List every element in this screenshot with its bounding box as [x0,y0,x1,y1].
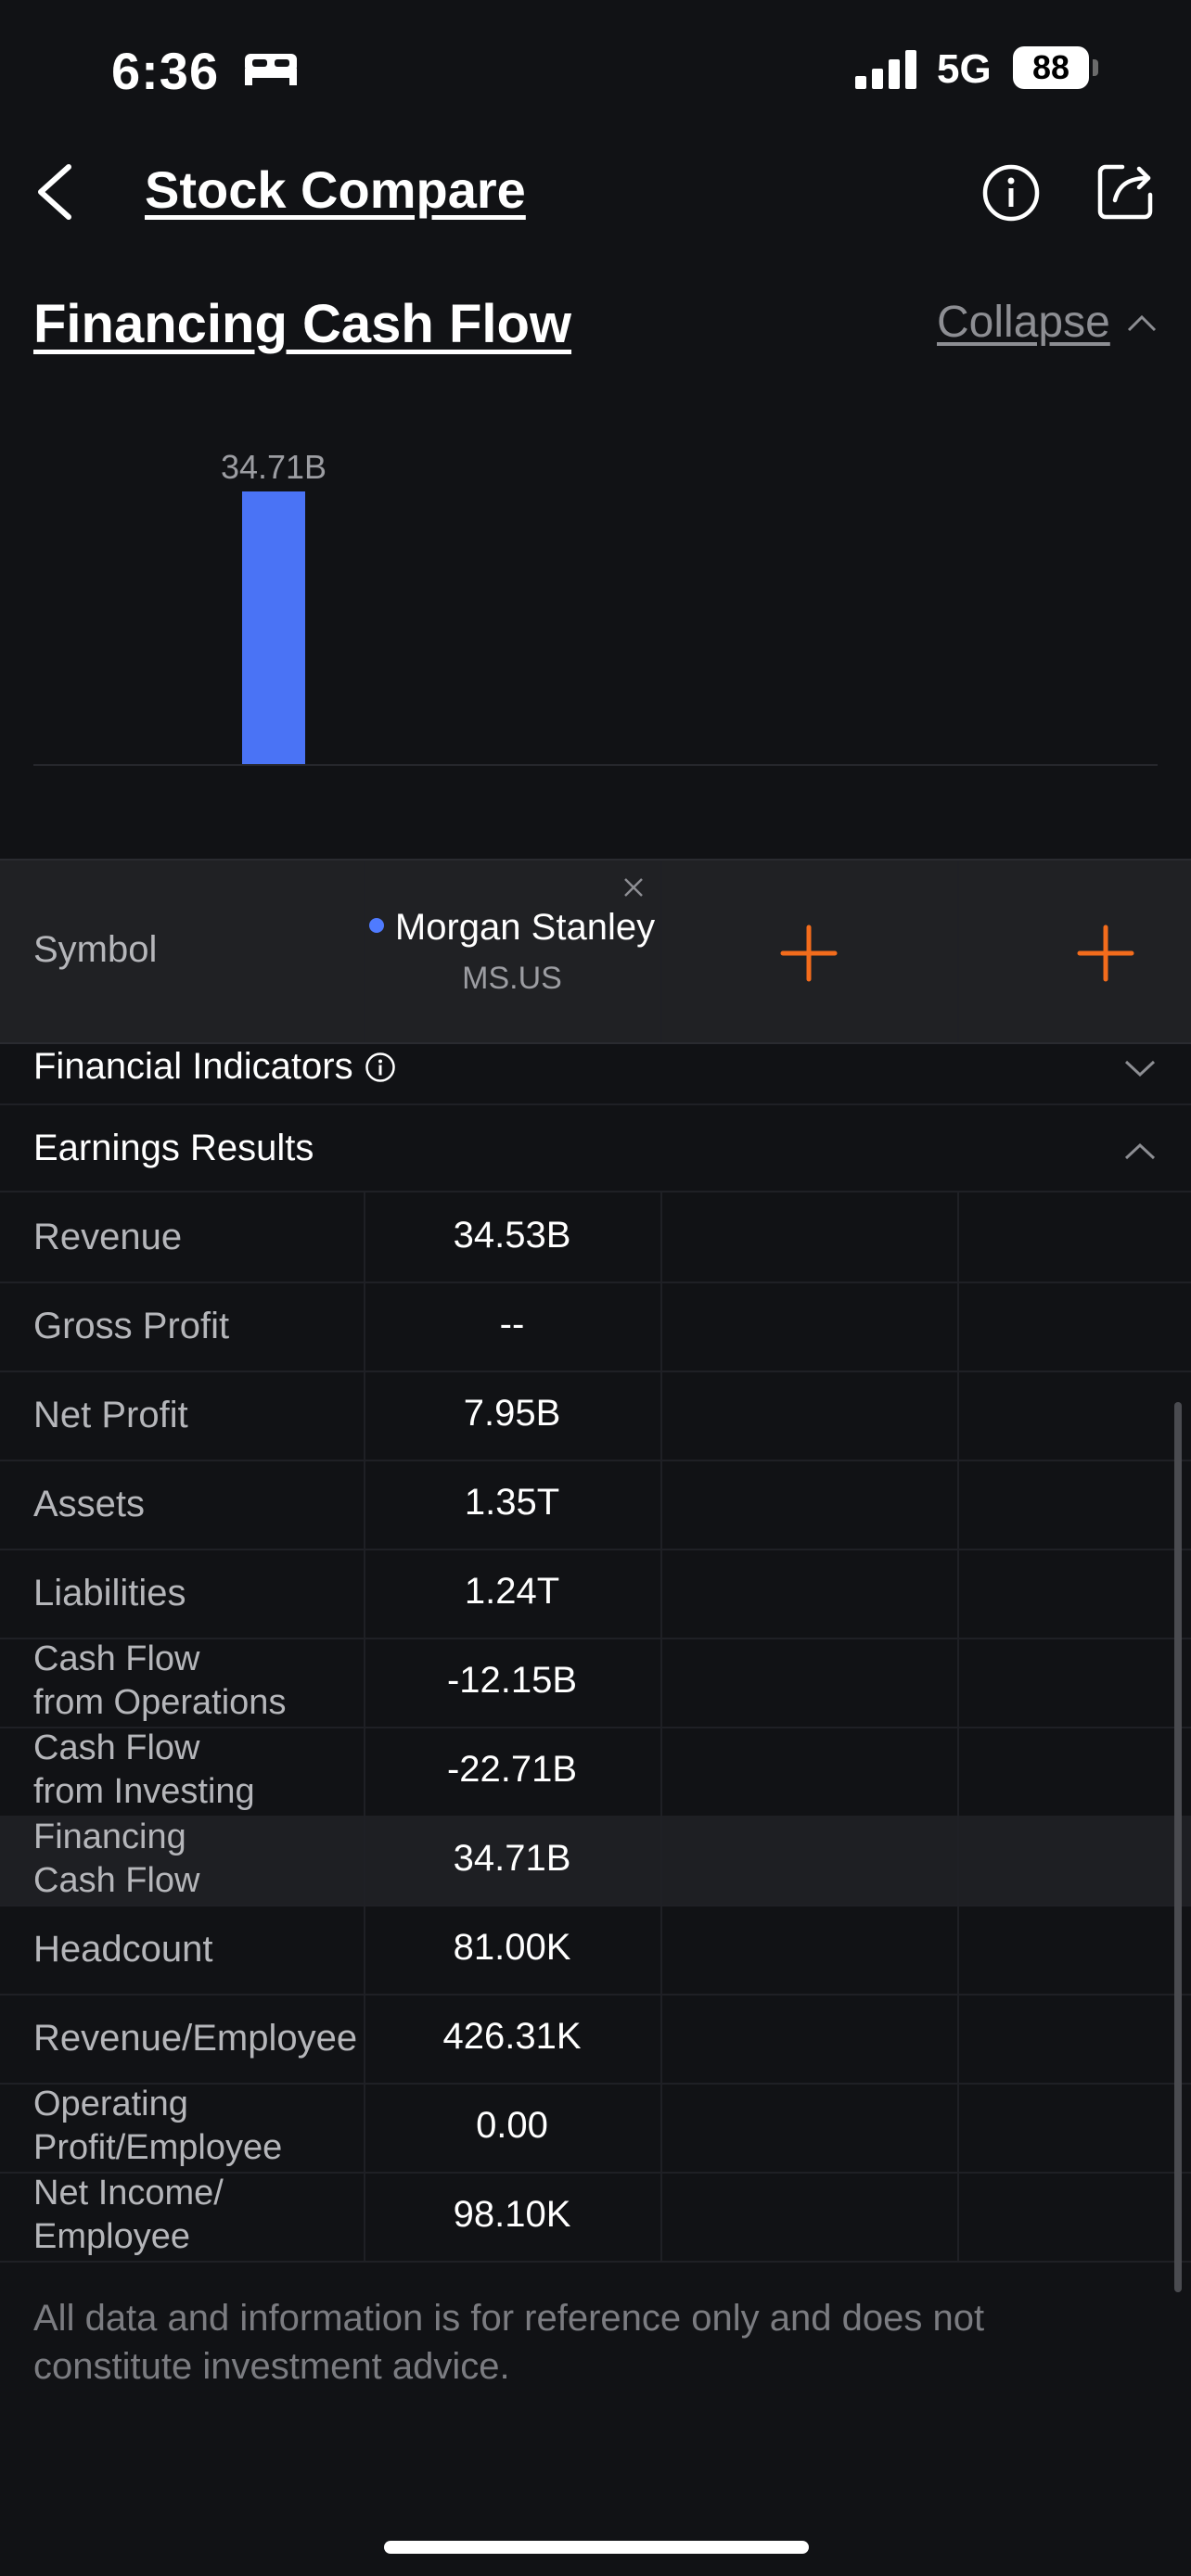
section-title[interactable]: Financing Cash Flow [33,293,571,355]
stock-name: Morgan Stanley [364,907,660,949]
chevron-up-icon [1127,314,1156,331]
chart-data-label: 34.71B [221,448,327,486]
row-value: 98.10K [453,2194,571,2235]
table-row[interactable]: Financing Cash Flow 34.71B [0,1816,1191,1906]
row-value: -12.15B [446,1660,578,1701]
row-value: 34.53B [453,1215,571,1256]
stock-column-morgan-stanley[interactable]: Morgan Stanley MS.US [364,861,660,1042]
back-button[interactable] [28,159,83,224]
column-divider [660,2083,662,2172]
row-value: 81.00K [453,1927,571,1968]
symbol-label: Symbol [33,929,158,970]
column-divider [957,1371,959,1460]
earnings-results-label: Earnings Results [33,1128,314,1168]
column-divider [957,2083,959,2172]
column-divider [660,1905,662,1994]
row-value: 0.00 [476,2105,548,2146]
row-value: 34.71B [453,1838,571,1879]
battery-indicator: 88 [1013,46,1089,89]
row-label: Cash Flow from Investing [33,1728,255,1811]
table-row[interactable]: Revenue 34.53B [0,1192,1191,1283]
column-divider [660,1460,662,1549]
collapse-label: Collapse [937,298,1110,347]
column-divider [957,1638,959,1727]
chevron-up-icon[interactable] [1124,1142,1156,1161]
column-divider [957,1460,959,1549]
share-icon[interactable] [1095,159,1158,223]
home-indicator[interactable] [384,2541,809,2554]
disclaimer-text: All data and information is for referenc… [33,2298,985,2387]
column-divider [957,1192,959,1282]
financial-indicators-text: Financial Indicators [33,1046,353,1087]
page-title[interactable]: Stock Compare [145,159,526,220]
table-row[interactable]: Cash Flow from Operations -12.15B [0,1638,1191,1728]
bed-icon [245,54,297,85]
row-label: Headcount [33,1929,213,1970]
status-time: 6:36 [111,42,220,100]
table-row[interactable]: Liabilities 1.24T [0,1549,1191,1639]
row-value: -22.71B [446,1749,578,1790]
stock-ticker: MS.US [462,961,562,996]
column-divider [660,1727,662,1816]
column-divider [660,1994,662,2083]
column-divider [957,1816,959,1905]
battery-tip [1093,59,1098,76]
table-row[interactable]: Revenue/Employee 426.31K [0,1994,1191,2085]
column-divider [660,2172,662,2261]
table-row[interactable]: Operating Profit/Employee 0.00 [0,2083,1191,2174]
row-label: Financing Cash Flow [33,1817,200,1900]
column-divider [957,1994,959,2083]
table-row[interactable]: Headcount 81.00K [0,1905,1191,1996]
column-divider [957,2172,959,2261]
table-row[interactable]: Gross Profit -- [0,1282,1191,1372]
table-row[interactable]: Cash Flow from Investing -22.71B [0,1727,1191,1817]
row-label: Assets [33,1484,146,1524]
row-value: 1.24T [464,1571,560,1612]
signal-strength-icon [855,50,916,89]
column-divider [660,1816,662,1905]
row-label: Liabilities [33,1573,186,1613]
column-divider [660,1282,662,1371]
row-label: Net Income/Employee [33,2174,224,2256]
close-icon[interactable] [620,874,647,901]
stock-name-text: Morgan Stanley [394,907,656,948]
add-stock-button[interactable] [660,861,957,1042]
series-color-dot [368,918,384,934]
column-divider [660,1638,662,1727]
add-stock-button[interactable] [957,861,1191,1042]
symbol-header-row: Symbol Morgan Stanley MS.US [0,859,1191,1044]
row-value: 426.31K [442,2016,582,2057]
column-divider [957,1905,959,1994]
table-row[interactable]: Net Income/Employee 98.10K [0,2172,1191,2263]
info-icon[interactable] [365,1052,396,1083]
row-label: Gross Profit [33,1306,230,1346]
table-row[interactable]: Assets 1.35T [0,1460,1191,1550]
row-value: -- [499,1304,525,1345]
scrollbar[interactable] [1174,1402,1182,2292]
financing-cash-flow-chart: 34.71B [33,448,1158,766]
row-value: 7.95B [463,1393,561,1434]
row-label: Revenue [33,1217,183,1257]
table-row[interactable]: Net Profit 7.95B [0,1371,1191,1461]
financial-indicators-row[interactable]: Financial Indicators [0,1042,1191,1105]
financial-indicators-label: Financial Indicators [33,1046,396,1088]
row-value: 1.35T [464,1482,560,1523]
column-divider [660,1371,662,1460]
column-divider [660,1549,662,1638]
chevron-down-icon[interactable] [1124,1059,1156,1078]
collapse-button[interactable]: Collapse [937,297,1157,348]
row-label: Operating Profit/Employee [33,2085,283,2167]
network-type: 5G [937,46,992,92]
chart-bar [242,491,305,765]
column-divider [957,1727,959,1816]
column-divider [957,1282,959,1371]
column-divider [957,1549,959,1638]
info-icon[interactable] [981,163,1041,223]
column-divider [660,1192,662,1282]
row-label: Net Profit [33,1395,188,1435]
earnings-results-row[interactable]: Earnings Results [0,1105,1191,1192]
row-label: Cash Flow from Operations [33,1639,287,1722]
row-label: Revenue/Employee [33,2018,358,2059]
